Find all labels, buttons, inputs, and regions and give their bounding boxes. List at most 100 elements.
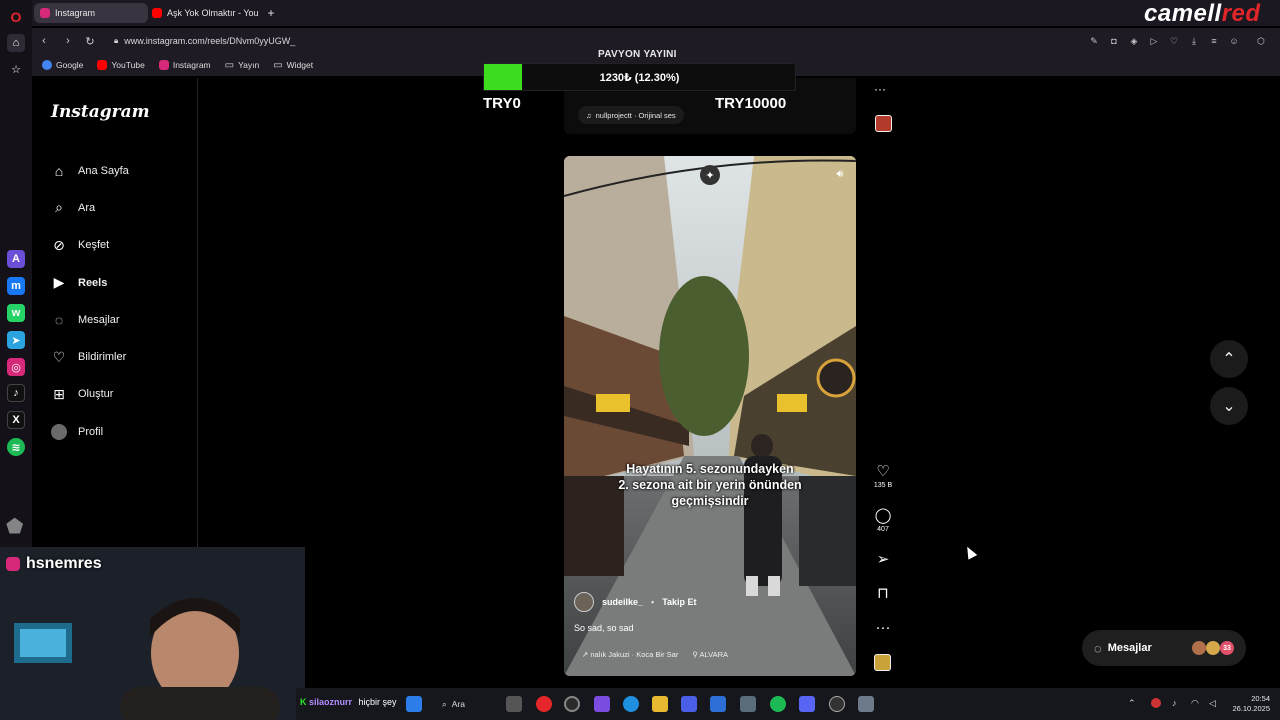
more-options-icon[interactable]: ···	[874, 82, 886, 96]
nav-search[interactable]: ⌕ Ara	[50, 189, 190, 226]
clock-date[interactable]: 26.10.2025	[1214, 704, 1270, 713]
tab-instagram[interactable]: Instagram	[34, 3, 148, 23]
aria-icon[interactable]: A	[7, 250, 25, 268]
new-tab-button[interactable]: +	[262, 3, 280, 23]
telegram-rail-icon[interactable]: ➤	[7, 331, 25, 349]
previous-reel-button[interactable]: ⌃	[1210, 340, 1248, 378]
share-button[interactable]: ➢	[870, 552, 896, 568]
task-view-icon[interactable]	[506, 696, 522, 712]
nav-home[interactable]: ⌂ Ana Sayfa	[50, 152, 190, 189]
windows-start-icon[interactable]	[406, 696, 422, 712]
extensions-icon[interactable]: ⬡	[1254, 34, 1268, 48]
folder-icon: ▭	[273, 59, 283, 71]
x-rail-icon[interactable]: X	[7, 411, 25, 429]
google-icon	[42, 60, 52, 70]
audio-thumbnail[interactable]	[874, 654, 891, 671]
nav-explore[interactable]: ⊘ Keşfet	[50, 227, 190, 264]
messenger-icon: ◌	[54, 311, 64, 328]
avatar	[1206, 641, 1220, 655]
instagram-rail-icon[interactable]: ◎	[7, 358, 25, 376]
whatsapp-rail-icon[interactable]: w	[7, 304, 25, 322]
comment-button[interactable]: ◯ 407	[870, 508, 896, 534]
play-icon[interactable]: ▷	[1147, 34, 1161, 48]
bookmark-widget[interactable]: ▭ Widget	[273, 60, 313, 71]
tab-label: Instagram	[55, 8, 96, 18]
sound-icon[interactable]: 🔊︎	[830, 164, 850, 184]
comment-count: 407	[877, 526, 889, 533]
back-icon[interactable]: ‹	[36, 33, 52, 49]
reel-video[interactable]: ✦ 🔊︎ Hayatının 5. sezonundayken 2. sezon…	[564, 156, 856, 676]
opera-taskbar-icon[interactable]	[536, 696, 552, 712]
bookmark-instagram[interactable]: Instagram	[158, 60, 211, 70]
instagram-favicon-icon	[40, 8, 50, 18]
messenger-rail-icon[interactable]: m	[7, 277, 25, 295]
url-text: www.instagram.com/reels/DNvm0yyUGW_	[124, 36, 296, 46]
camera-icon[interactable]: ◘	[1107, 34, 1121, 48]
clock-time[interactable]: 20:54	[1234, 694, 1270, 703]
settings-icon[interactable]	[740, 696, 756, 712]
microphone-icon[interactable]: ♪	[1172, 698, 1182, 708]
tiktok-rail-icon[interactable]: ♪	[7, 384, 25, 402]
home-rail-icon[interactable]: ⌂	[7, 34, 25, 52]
forward-icon[interactable]: ›	[60, 33, 76, 49]
chevron-up-icon[interactable]: ⌃	[1128, 698, 1138, 708]
goal-progress-text: 1230₺ (12.30%)	[599, 71, 680, 84]
reload-icon[interactable]: ↻	[82, 33, 98, 49]
location-link[interactable]: ⚲ ALVARA	[692, 650, 728, 659]
wifi-icon[interactable]: ◠	[1191, 698, 1201, 708]
discord-icon[interactable]	[799, 696, 815, 712]
opera-logo-icon[interactable]: O	[7, 8, 25, 26]
audio-chip[interactable]: ♫ nullprojectt · Orijinal ses	[578, 106, 684, 124]
bookmark-youtube[interactable]: YouTube	[97, 60, 145, 70]
like-button[interactable]: ♡ 135 B	[870, 464, 896, 490]
download-icon[interactable]: ⤓	[1187, 34, 1201, 48]
avatar[interactable]	[574, 592, 594, 612]
star-rail-icon[interactable]: ☆	[7, 60, 25, 78]
save-button[interactable]: ⊓	[870, 586, 896, 602]
bookmark-yayin[interactable]: ▭ Yayın	[225, 60, 260, 71]
author-name[interactable]: sudeilke_	[602, 597, 643, 607]
heart-icon: ♡	[52, 348, 66, 365]
instagram-logo[interactable]: Instagram	[51, 102, 150, 122]
messages-pill[interactable]: ◌ Mesajlar 33	[1082, 630, 1246, 666]
nav-reels[interactable]: ▶ Reels	[50, 264, 190, 301]
gear-icon[interactable]	[858, 696, 874, 712]
folder-icon: ▭	[224, 59, 235, 71]
spotify-icon[interactable]	[770, 696, 786, 712]
goal-max-label: TRY10000	[715, 95, 787, 112]
menu-icon[interactable]: ≡	[1207, 34, 1221, 48]
follow-button[interactable]: Takip Et	[662, 597, 696, 607]
profile-icon[interactable]: ☺	[1227, 34, 1241, 48]
audio-thumbnail[interactable]	[875, 115, 892, 132]
app-icon[interactable]	[829, 696, 845, 712]
nav-messages[interactable]: ◌ Mesajlar	[50, 301, 190, 338]
store-icon[interactable]	[681, 696, 697, 712]
dot-separator: •	[651, 597, 655, 607]
nav-create[interactable]: ⊞ Oluştur	[50, 376, 190, 413]
bookmark-google[interactable]: Google	[42, 60, 83, 70]
edge-icon[interactable]	[623, 696, 639, 712]
reel-description[interactable]: So sad, so sad	[574, 623, 634, 633]
send-icon: ➢	[876, 551, 890, 568]
app-icon[interactable]	[594, 696, 610, 712]
heart-toolbar-icon[interactable]: ♡	[1167, 34, 1181, 48]
sparkle-icon[interactable]: ✦	[700, 165, 720, 185]
nav-notifications[interactable]: ♡ Bildirimler	[50, 338, 190, 375]
taskbar-search[interactable]: ⌕ Ara	[442, 695, 465, 713]
next-reel-button[interactable]: ⌄	[1210, 387, 1248, 425]
audio-link[interactable]: ↗ nalık Jakuzi · Koca Bir Sar	[582, 650, 678, 659]
spotify-rail-icon[interactable]: ≋	[7, 438, 25, 456]
ig-nav: ⌂ Ana Sayfa ⌕ Ara ⊘ Keşfet ▶ Reels ◌ Mesajlar…	[50, 152, 190, 450]
url-field[interactable]: 🔒︎ www.instagram.com/reels/DNvm0yyUGW_	[104, 31, 1084, 51]
tray-app-icon[interactable]	[1151, 698, 1161, 708]
shield-icon[interactable]: ◈	[1127, 34, 1141, 48]
location-pin-icon: ⚲	[692, 650, 700, 659]
tab-youtube[interactable]: Aşk Yok Olmaktır - YouTub	[146, 3, 258, 23]
file-explorer-icon[interactable]	[652, 696, 668, 712]
more-button[interactable]: ···	[870, 620, 896, 636]
edit-icon[interactable]: ✎	[1087, 34, 1101, 48]
nav-profile[interactable]: Profil	[50, 413, 190, 450]
obs-icon[interactable]	[564, 696, 580, 712]
mail-icon[interactable]	[710, 696, 726, 712]
compass-icon: ⊘	[53, 236, 65, 253]
